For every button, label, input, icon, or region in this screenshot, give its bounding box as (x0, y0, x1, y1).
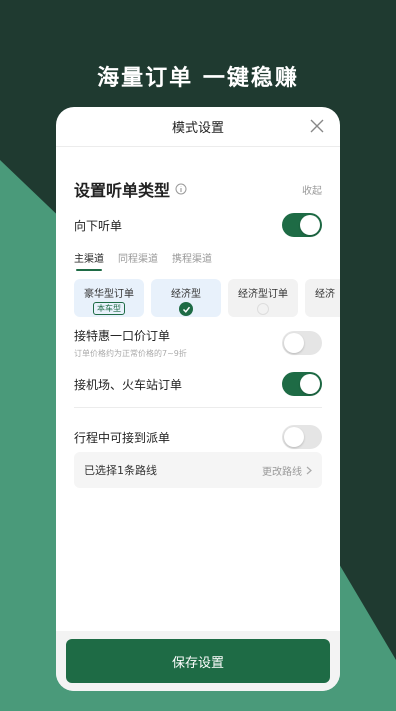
modal-header: 模式设置 (56, 107, 340, 147)
tab-main-channel[interactable]: 主渠道 (74, 250, 104, 271)
dispatch-toggle[interactable] (282, 425, 322, 449)
car-type-economy-order[interactable]: 经济型订单 (228, 279, 298, 317)
modal-title: 模式设置 (171, 121, 224, 136)
divider (74, 407, 322, 408)
collapse-button[interactable]: 收起 (302, 182, 322, 197)
mode-settings-modal: 模式设置 设置听单类型 收起 向下听单 主渠道 同程渠道 携程渠道 豪华型订单 … (56, 107, 340, 691)
special-price-label: 接特惠一口价订单 (74, 329, 171, 343)
car-type-economy[interactable]: 经济型 (151, 279, 221, 317)
airport-toggle[interactable] (282, 372, 322, 396)
dispatch-label: 行程中可接到派单 (74, 430, 171, 445)
change-route-link[interactable]: 更改路线 (262, 463, 302, 478)
car-type-economy-partial[interactable]: 经济 (305, 279, 340, 317)
tab-ctrip-channel[interactable]: 携程渠道 (172, 250, 212, 271)
car-type-luxury[interactable]: 豪华型订单 本车型 (74, 279, 144, 317)
down-order-toggle[interactable] (282, 213, 322, 237)
footer: 保存设置 (56, 631, 340, 691)
airport-label: 接机场、火车站订单 (74, 377, 183, 392)
special-price-toggle[interactable] (282, 331, 322, 355)
current-car-badge: 本车型 (93, 302, 125, 315)
special-price-row: 接特惠一口价订单 订单价格约为正常价格的7~9折 (74, 327, 322, 359)
tab-tongcheng-channel[interactable]: 同程渠道 (118, 250, 158, 271)
down-order-label: 向下听单 (74, 218, 123, 233)
special-price-sub: 订单价格约为正常价格的7~9折 (74, 349, 187, 358)
route-selected-text: 已选择1条路线 (84, 464, 157, 477)
section-header: 设置听单类型 收起 (74, 177, 322, 201)
section-title: 设置听单类型 (74, 181, 171, 200)
info-icon[interactable] (175, 183, 187, 195)
route-selector[interactable]: 已选择1条路线 更改路线 (74, 452, 322, 488)
close-icon[interactable] (308, 117, 326, 135)
save-settings-button[interactable]: 保存设置 (66, 639, 330, 683)
dispatch-row: 行程中可接到派单 (74, 425, 322, 449)
unchecked-icon (257, 303, 269, 315)
check-icon (179, 302, 193, 316)
down-order-row: 向下听单 (74, 213, 322, 237)
car-type-list: 豪华型订单 本车型 经济型 经济型订单 经济 (74, 279, 340, 317)
airport-row: 接机场、火车站订单 (74, 372, 322, 396)
channel-tabs: 主渠道 同程渠道 携程渠道 (74, 250, 212, 271)
headline: 海量订单 一键稳赚 (97, 66, 299, 91)
chevron-right-icon (306, 466, 312, 474)
